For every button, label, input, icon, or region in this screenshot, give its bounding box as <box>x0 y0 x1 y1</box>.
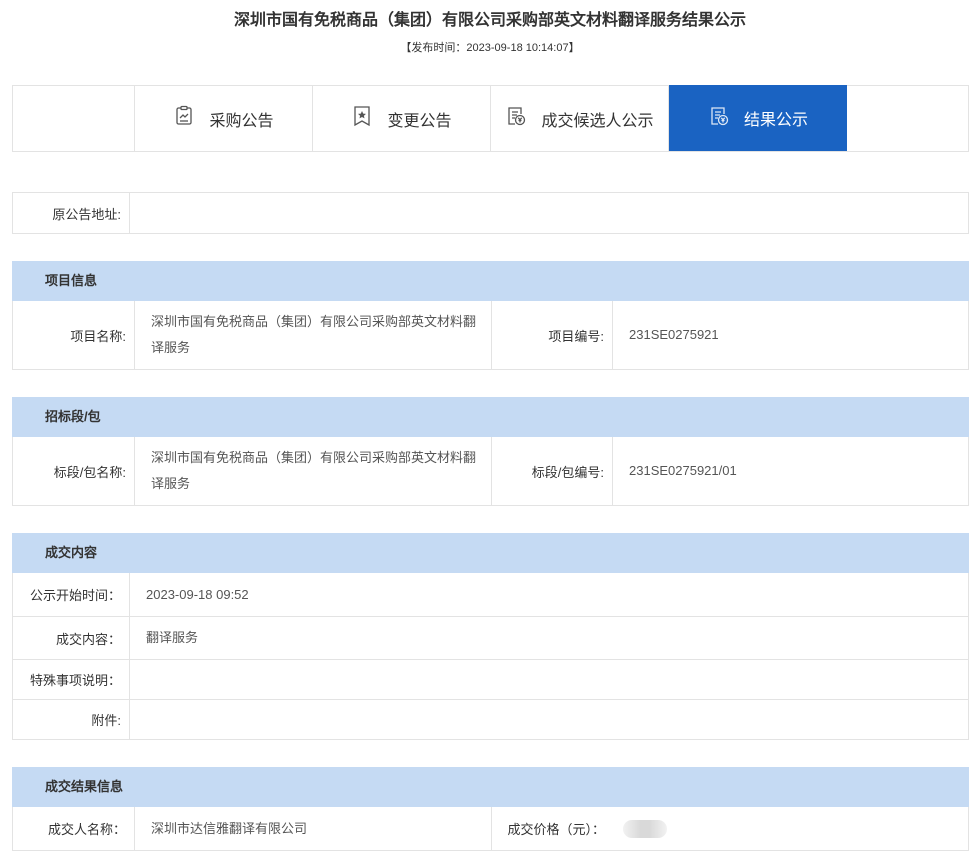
document-yen-icon <box>708 105 730 132</box>
publicity-start-value: 2023-09-18 09:52 <box>146 586 249 602</box>
publish-time: 【发布时间：2023-09-18 10:14:07】 <box>400 42 580 54</box>
special-notes-value <box>130 660 968 699</box>
tab-change-notice[interactable]: 变更公告 <box>313 86 491 151</box>
winner-name-value: 深圳市达信雅翻译有限公司 <box>135 807 492 850</box>
tab-label: 变更公告 <box>387 112 452 130</box>
notice-tabs: 采购公告 变更公告 成交候选人公示 结果公示 <box>12 85 969 152</box>
project-info-table: 项目名称: 深圳市国有免税商品（集团）有限公司采购部英文材料翻 译服务 项目编号… <box>12 301 969 370</box>
original-notice-row: 原公告地址: <box>12 192 969 234</box>
project-name-label: 项目名称: <box>13 301 135 369</box>
project-code-value: 231SE0275921 <box>629 327 719 342</box>
package-table: 标段/包名称: 深圳市国有免税商品（集团）有限公司采购部英文材料翻 译服务 标段… <box>12 437 969 506</box>
package-name-line2: 译服务 <box>151 476 191 491</box>
deal-content-value: 翻译服务 <box>146 630 199 645</box>
package-name-line1: 深圳市国有免税商品（集团）有限公司采购部英文材料翻 <box>151 450 477 465</box>
tab-candidate-notice[interactable]: 成交候选人公示 <box>491 86 669 151</box>
project-name-line1: 深圳市国有免税商品（集团）有限公司采购部英文材料翻 <box>151 314 477 329</box>
attachment-value[interactable] <box>130 700 968 739</box>
tab-spacer <box>13 86 135 151</box>
project-code-label: 项目编号: <box>492 301 613 369</box>
project-name-line2: 译服务 <box>151 340 191 355</box>
deal-price-value <box>613 807 968 850</box>
original-notice-label: 原公告地址: <box>13 193 130 233</box>
original-notice-value[interactable] <box>130 193 968 233</box>
attachment-label: 附件: <box>13 700 130 739</box>
deal-content-label: 成交内容： <box>13 617 130 659</box>
project-info-header: 项目信息 <box>12 261 969 301</box>
bookmark-star-icon <box>351 105 373 132</box>
special-notes-label: 特殊事项说明： <box>13 660 130 699</box>
tab-label: 采购公告 <box>209 112 274 130</box>
deal-content-table: 公示开始时间： 2023-09-18 09:52 成交内容： 翻译服务 特殊事项… <box>12 573 969 740</box>
result-info-header: 成交结果信息 <box>12 767 969 807</box>
package-code-value: 231SE0275921/01 <box>629 463 737 478</box>
tab-procurement-notice[interactable]: 采购公告 <box>135 86 313 151</box>
package-name-label: 标段/包名称: <box>13 437 135 505</box>
redacted-price <box>623 819 667 838</box>
document-yen-icon <box>505 105 527 132</box>
publicity-start-label: 公示开始时间： <box>13 573 130 616</box>
package-header: 招标段/包 <box>12 397 969 437</box>
tab-label: 结果公示 <box>743 112 808 129</box>
package-code-label: 标段/包编号: <box>492 437 613 505</box>
document-edit-icon <box>173 105 195 132</box>
deal-price-label: 成交价格（元）： <box>507 822 605 837</box>
package-name-value: 深圳市国有免税商品（集团）有限公司采购部英文材料翻 译服务 <box>135 437 492 505</box>
deal-content-header: 成交内容 <box>12 533 969 573</box>
result-info-table: 成交人名称： 深圳市达信雅翻译有限公司 成交价格（元）： <box>12 807 969 851</box>
winner-name-label: 成交人名称： <box>13 807 135 850</box>
page-title: 深圳市国有免税商品（集团）有限公司采购部英文材料翻译服务结果公示 <box>233 12 746 29</box>
tab-label: 成交候选人公示 <box>541 112 654 130</box>
tab-result-notice[interactable]: 结果公示 <box>669 85 847 151</box>
project-name-value: 深圳市国有免税商品（集团）有限公司采购部英文材料翻 译服务 <box>135 301 492 369</box>
